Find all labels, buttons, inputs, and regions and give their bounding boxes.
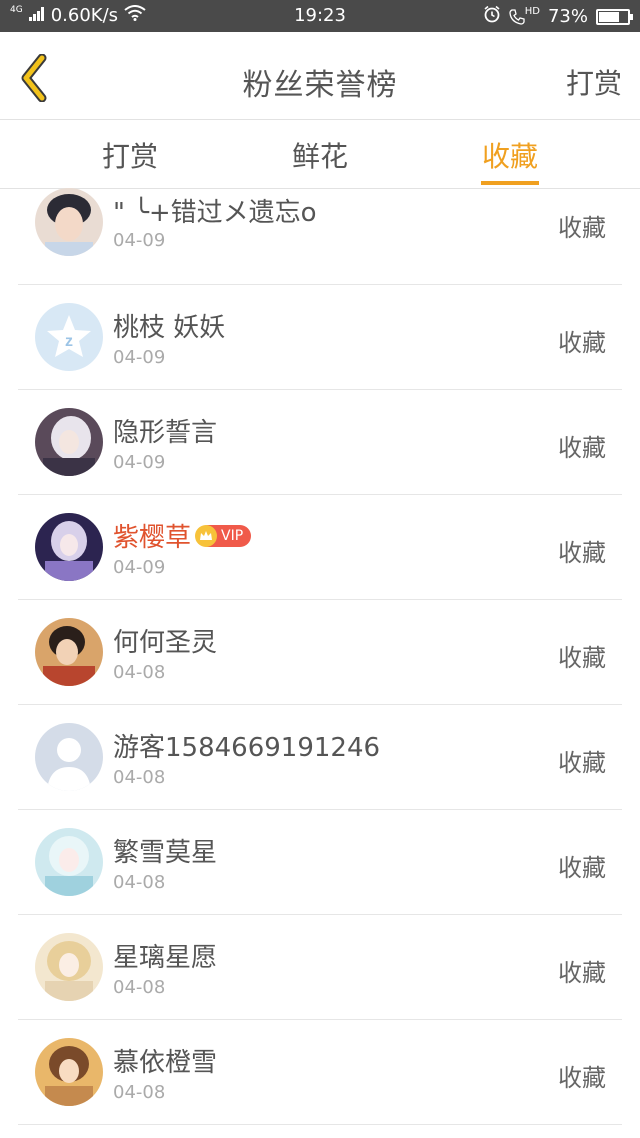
list-item[interactable]: 游客1584669191246 04-08 收藏 <box>18 705 622 810</box>
list-item[interactable]: 何何圣灵 04-08 收藏 <box>18 600 622 705</box>
favorite-date: 04-09 <box>113 347 166 368</box>
user-name: 隐形誓言 <box>113 418 218 448</box>
avatar <box>35 828 103 896</box>
favorite-date: 04-09 <box>113 452 166 473</box>
favorite-label: 收藏 <box>558 214 606 242</box>
list-item[interactable]: " ╰+错过メ遗忘o 04-09 收藏 <box>18 180 622 285</box>
hd-label: HD <box>524 6 540 17</box>
favorite-date: 04-08 <box>113 767 166 788</box>
favorite-date: 04-08 <box>113 872 166 893</box>
favorite-label: 收藏 <box>558 854 606 882</box>
user-name: 游客1584669191246 <box>113 733 381 763</box>
tab-favorites[interactable]: 收藏 <box>450 135 570 175</box>
user-name: 何何圣灵 <box>113 628 218 658</box>
user-name: " ╰+错过メ遗忘o <box>113 198 317 228</box>
vip-label: VIP <box>221 527 244 544</box>
list-item[interactable]: 隐形誓言 04-09 收藏 <box>18 390 622 495</box>
battery-icon <box>596 8 633 25</box>
list-item[interactable]: 繁雪莫星 04-08 收藏 <box>18 810 622 915</box>
list-item[interactable]: z 桃枝 妖妖 04-09 收藏 <box>18 285 622 390</box>
avatar <box>35 188 103 256</box>
user-name: 繁雪莫星 <box>113 838 218 868</box>
favorite-label: 收藏 <box>558 434 606 462</box>
favorite-date: 04-08 <box>113 977 166 998</box>
hd-call-icon: HD <box>509 6 540 25</box>
tab-bar: 打赏 鲜花 收藏 <box>0 121 640 189</box>
list-item[interactable]: 星璃星愿 04-08 收藏 <box>18 915 622 1020</box>
favorite-label: 收藏 <box>558 539 606 567</box>
default-avatar-icon <box>35 723 103 791</box>
avatar <box>35 513 103 581</box>
favorite-date: 04-08 <box>113 662 166 683</box>
qq-avatar-icon: z <box>35 303 103 371</box>
avatar <box>35 618 103 686</box>
favorite-date: 04-09 <box>113 557 166 578</box>
user-name: 桃枝 妖妖 <box>113 313 226 343</box>
favorite-label: 收藏 <box>558 749 606 777</box>
reward-button[interactable]: 打赏 <box>566 62 622 102</box>
favorite-label: 收藏 <box>558 959 606 987</box>
favorite-date: 04-09 <box>113 230 166 251</box>
status-bar: 4G 0.60K/s 19:23 HD 73% <box>0 0 640 32</box>
avatar <box>35 1038 103 1106</box>
user-name: 慕依橙雪 <box>113 1048 218 1078</box>
battery-percent: 73% <box>547 6 588 27</box>
tab-reward[interactable]: 打赏 <box>70 135 190 175</box>
vip-badge: VIP <box>195 524 252 547</box>
alarm-icon <box>483 5 501 28</box>
user-name: 星璃星愿 <box>113 943 218 973</box>
page-title: 粉丝荣誉榜 <box>242 68 398 103</box>
svg-text:z: z <box>65 333 73 350</box>
favorite-label: 收藏 <box>558 1064 606 1092</box>
avatar <box>35 933 103 1001</box>
favorite-label: 收藏 <box>558 329 606 357</box>
status-right: HD 73% <box>483 5 633 28</box>
favorite-label: 收藏 <box>558 644 606 672</box>
app-header: 粉丝荣誉榜 打赏 <box>0 32 640 120</box>
user-name: 紫樱草 VIP <box>113 517 252 554</box>
crown-icon <box>195 524 218 547</box>
favorite-date: 04-08 <box>113 1082 166 1103</box>
battery-fill <box>599 11 619 22</box>
avatar <box>35 408 103 476</box>
tab-flowers[interactable]: 鲜花 <box>260 135 380 175</box>
list-item[interactable]: 紫樱草 VIP 04-09 收藏 <box>18 495 622 600</box>
list-item[interactable]: 慕依橙雪 04-08 收藏 <box>18 1020 622 1125</box>
user-name-text: 紫樱草 <box>113 523 192 553</box>
